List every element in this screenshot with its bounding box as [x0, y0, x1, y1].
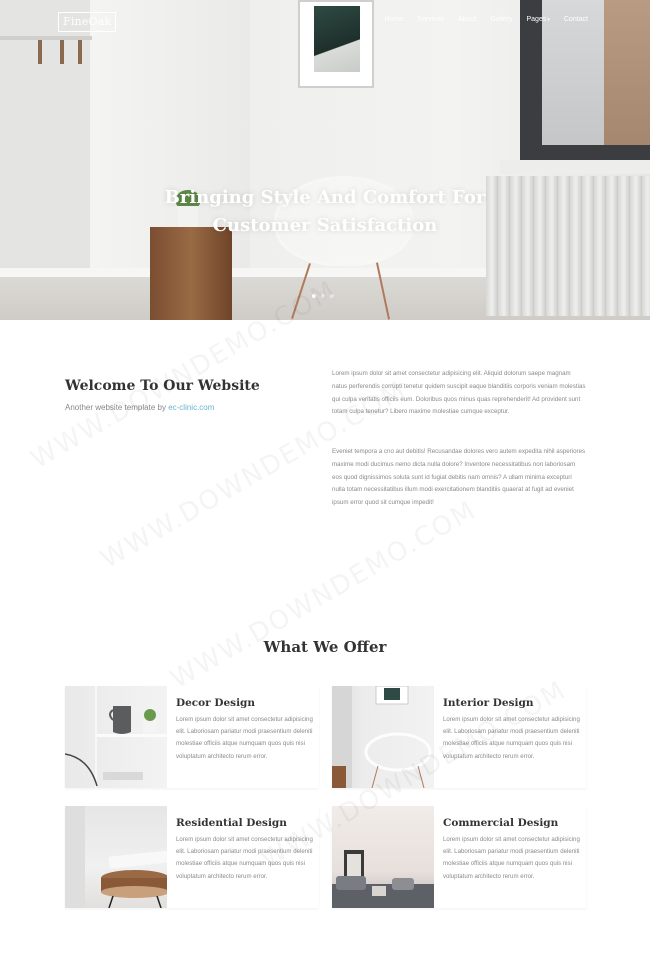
watermark: WWW.DOWNDEMO.COM [166, 495, 482, 695]
residential-image [65, 806, 167, 908]
hero-banner: FineOak Home Services About Gallery Page… [0, 0, 650, 320]
nav-gallery[interactable]: Gallery [490, 15, 512, 25]
nav-services[interactable]: Services [417, 15, 444, 25]
nav-pages[interactable]: Pages▾ [527, 15, 550, 25]
card-text: Lorem ipsum dolor sit amet consectetur a… [176, 716, 313, 760]
offer-title: What We Offer [263, 638, 387, 656]
card-title: Decor Design [176, 697, 256, 709]
nav-pages-label: Pages [526, 16, 547, 23]
caret-down-icon: ▾ [547, 17, 550, 23]
hero-title-line1: Bringing Style And Comfort For [164, 187, 486, 208]
template-author-link[interactable]: ec-clinic.com [168, 403, 214, 412]
nav-about[interactable]: About [458, 15, 476, 25]
service-card-commercial[interactable]: Commercial Design Lorem ipsum dolor sit … [332, 806, 586, 908]
card-text: Lorem ipsum dolor sit amet consectetur a… [443, 836, 580, 880]
decor-image [65, 686, 167, 788]
hero-title-line2: Customer Satisfaction [212, 215, 438, 236]
window-sill [500, 160, 650, 174]
nav-home[interactable]: Home [384, 15, 403, 25]
top-navbar: FineOak Home Services About Gallery Page… [0, 0, 650, 44]
card-title: Commercial Design [443, 817, 559, 829]
main-menu: Home Services About Gallery Pages▾ Conta… [384, 15, 588, 25]
service-card-decor[interactable]: Decor Design Lorem ipsum dolor sit amet … [65, 686, 319, 788]
site-logo[interactable]: FineOak [58, 12, 117, 32]
hero-title: Bringing Style And Comfort For Customer … [95, 184, 555, 240]
nav-contact[interactable]: Contact [564, 15, 588, 25]
card-title: Residential Design [176, 817, 287, 829]
wood-stool [150, 227, 232, 320]
